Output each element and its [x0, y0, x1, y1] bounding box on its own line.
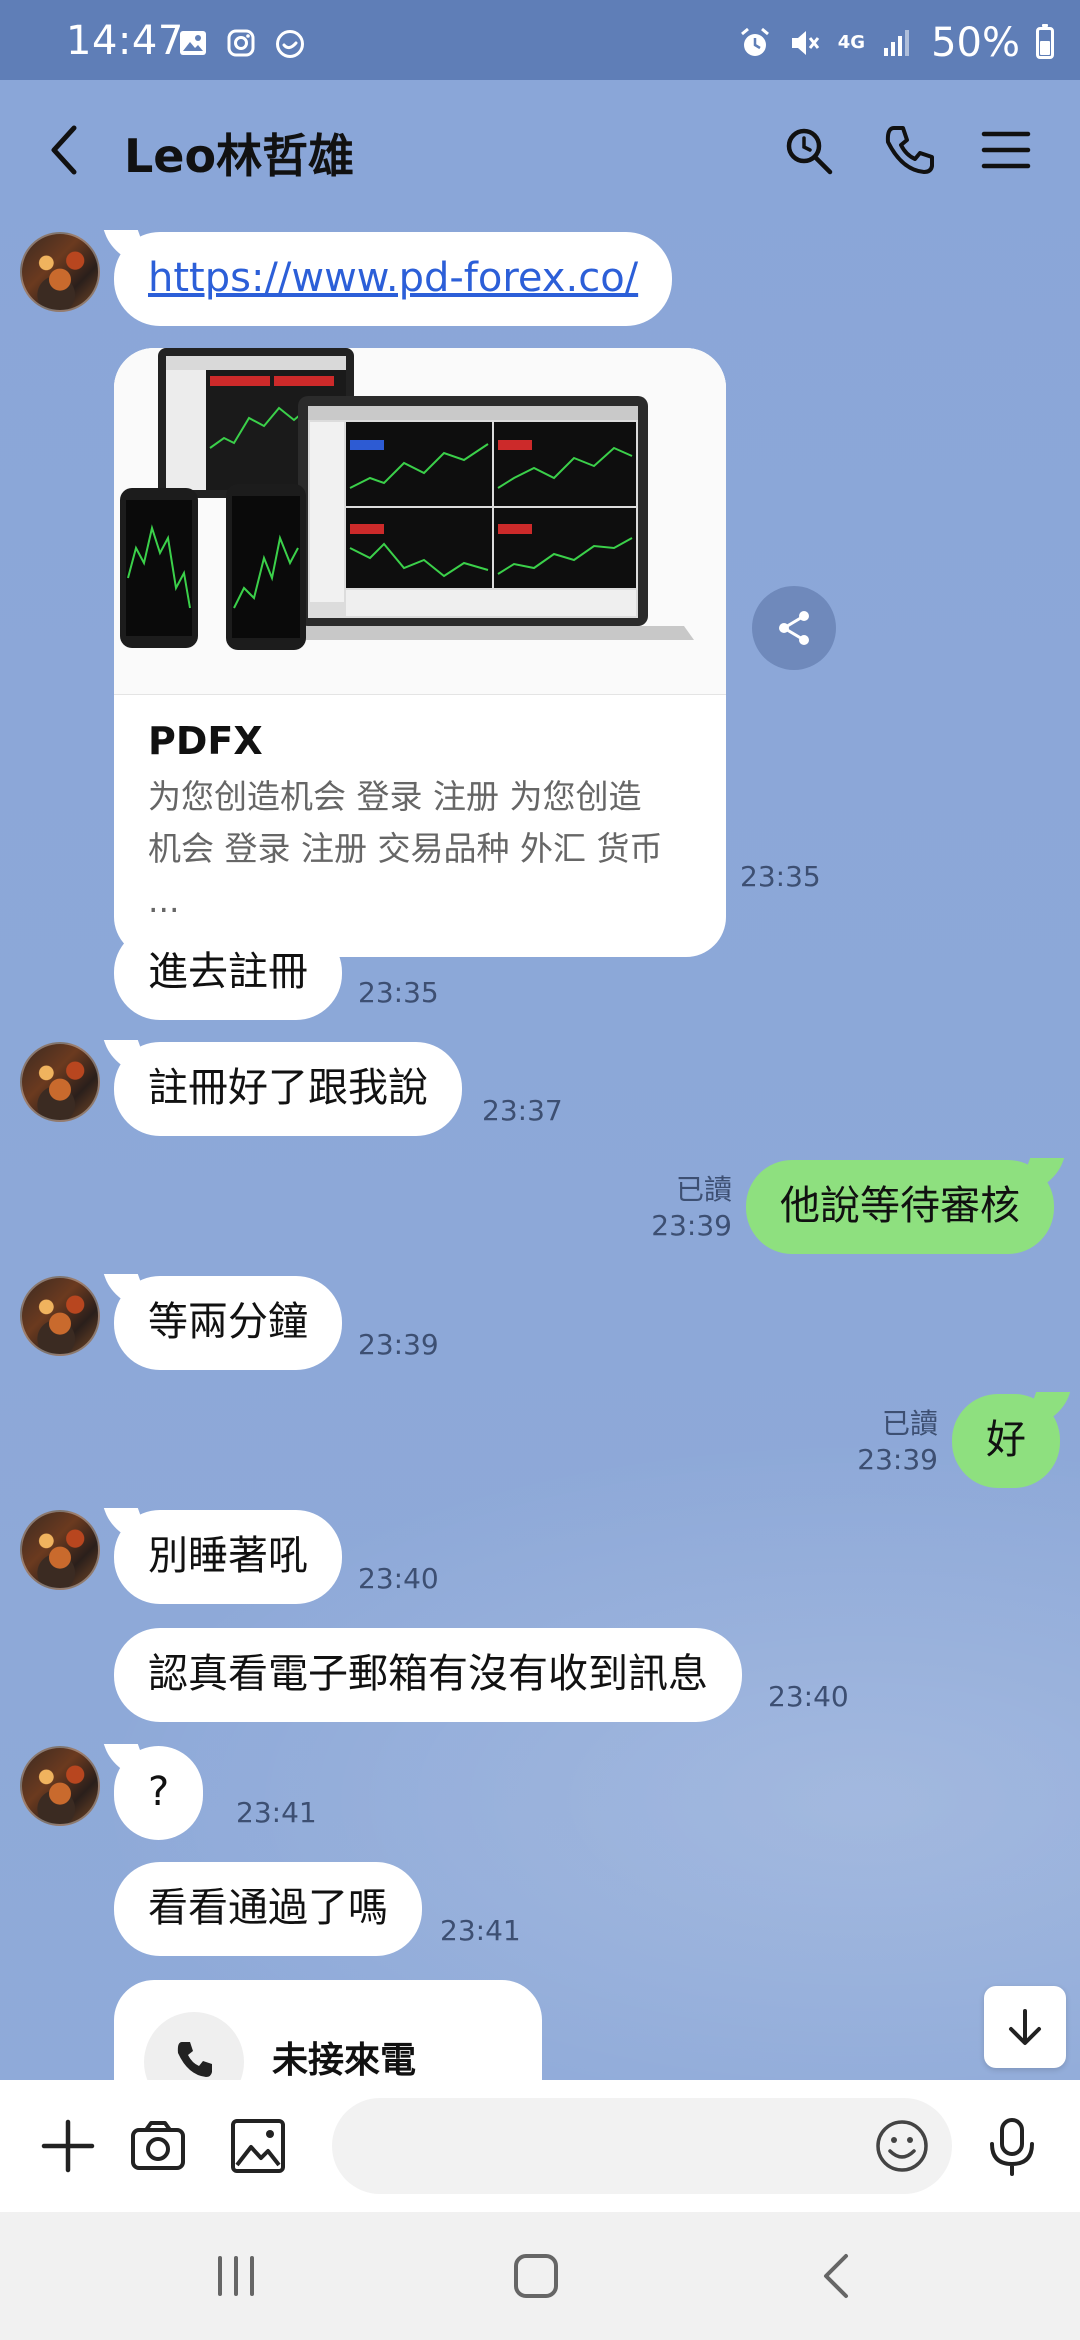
- contact-avatar[interactable]: [20, 1042, 100, 1122]
- signal-icon: [884, 30, 910, 56]
- read-receipt: 已讀 23:39: [857, 1406, 938, 1478]
- battery-percent: 50%: [931, 20, 1020, 66]
- whatsapp-notification-icon: [276, 30, 304, 58]
- contact-avatar[interactable]: [20, 232, 100, 312]
- emoji-icon[interactable]: [872, 2116, 932, 2176]
- home-icon[interactable]: [506, 2248, 566, 2304]
- phone-circle: [144, 2012, 244, 2080]
- phone-call-icon[interactable]: [880, 122, 936, 178]
- notification-icons: [178, 28, 306, 60]
- chat-title[interactable]: Leo林哲雄: [124, 120, 354, 186]
- message-time: 23:39: [358, 1328, 439, 1361]
- contact-avatar[interactable]: [20, 1276, 100, 1356]
- link-preview-description-1: 为您创造机会 登录 注册 为您创造: [148, 777, 642, 816]
- search-icon[interactable]: [780, 122, 836, 178]
- link-preview-card[interactable]: PDFX 为您创造机会 登录 注册 为您创造 机会 登录 注册 交易品种 外汇 …: [114, 348, 726, 957]
- chat-screen: 14:47 4G 50% Leo林哲雄 https://www.pd-forex…: [0, 0, 1080, 2340]
- instagram-notification-icon: [227, 29, 255, 57]
- link-url[interactable]: https://www.pd-forex.co/: [148, 255, 638, 301]
- message-bubble[interactable]: 別睡著吼: [114, 1510, 342, 1604]
- missed-call-card[interactable]: 未接來電: [114, 1980, 542, 2080]
- share-button[interactable]: [752, 586, 836, 670]
- chat-header: Leo林哲雄: [0, 80, 1080, 220]
- microphone-icon[interactable]: [982, 2116, 1042, 2176]
- status-bar: 14:47 4G 50%: [0, 0, 1080, 80]
- recent-apps-icon[interactable]: [206, 2248, 266, 2304]
- network-type: 4G: [837, 32, 866, 53]
- my-message-bubble[interactable]: 好: [952, 1394, 1060, 1488]
- phone-icon: [177, 2042, 212, 2077]
- message-bubble[interactable]: ?: [114, 1746, 204, 1840]
- back-nav-icon[interactable]: [808, 2248, 868, 2304]
- message-time: 23:39: [651, 1209, 732, 1242]
- link-preview-title: PDFX: [148, 719, 263, 763]
- menu-icon[interactable]: [978, 122, 1034, 178]
- message-input[interactable]: [332, 2098, 952, 2194]
- read-receipt: 已讀 23:39: [651, 1172, 732, 1244]
- battery-icon: [1036, 24, 1054, 59]
- image-icon[interactable]: [228, 2116, 288, 2176]
- alarm-icon: [740, 27, 769, 56]
- contact-avatar[interactable]: [20, 1510, 100, 1590]
- mute-icon: [791, 31, 819, 55]
- message-time: 23:40: [358, 1562, 439, 1595]
- message-bubble[interactable]: 看看通過了嗎: [114, 1862, 422, 1956]
- status-time: 14:47: [66, 18, 184, 64]
- message-time: 23:40: [768, 1680, 849, 1713]
- link-preview-description-2: 机会 登录 注册 交易品种 外汇 货币 ...: [148, 829, 663, 920]
- message-bubble[interactable]: 認真看電子郵箱有沒有收到訊息: [114, 1628, 742, 1722]
- link-preview-image: [114, 348, 726, 695]
- message-time: 23:37: [482, 1094, 563, 1127]
- message-time: 23:35: [358, 976, 439, 1009]
- camera-icon[interactable]: [128, 2116, 188, 2176]
- missed-call-label: 未接來電: [272, 2040, 417, 2080]
- system-navigation-bar: [0, 2212, 1080, 2340]
- status-right: 4G 50%: [738, 20, 1054, 66]
- message-time: 23:41: [440, 1914, 521, 1947]
- read-label: 已讀: [881, 1407, 938, 1440]
- gallery-notification-icon: [180, 31, 206, 55]
- contact-avatar[interactable]: [20, 1746, 100, 1826]
- message-time: 23:39: [857, 1443, 938, 1476]
- message-time: 23:35: [740, 860, 821, 893]
- my-message-bubble[interactable]: 他說等待審核: [746, 1160, 1054, 1254]
- message-bubble[interactable]: 註冊好了跟我說: [114, 1042, 462, 1136]
- arrow-down-icon: [1009, 2009, 1041, 2045]
- plus-icon[interactable]: [38, 2116, 98, 2176]
- back-arrow-icon[interactable]: [44, 118, 84, 182]
- link-message-bubble[interactable]: https://www.pd-forex.co/: [114, 232, 673, 326]
- scroll-to-bottom-button[interactable]: [984, 1986, 1066, 2068]
- message-list[interactable]: https://www.pd-forex.co/ PDFX 为您创造机会 登录 …: [0, 220, 1080, 2080]
- trading-devices-image: [114, 348, 726, 694]
- message-time: 23:41: [236, 1796, 317, 1829]
- message-bubble[interactable]: 進去註冊: [114, 926, 342, 1020]
- read-label: 已讀: [675, 1173, 732, 1206]
- share-icon: [779, 611, 809, 645]
- message-input-bar: [0, 2080, 1080, 2212]
- message-bubble[interactable]: 等兩分鐘: [114, 1276, 342, 1370]
